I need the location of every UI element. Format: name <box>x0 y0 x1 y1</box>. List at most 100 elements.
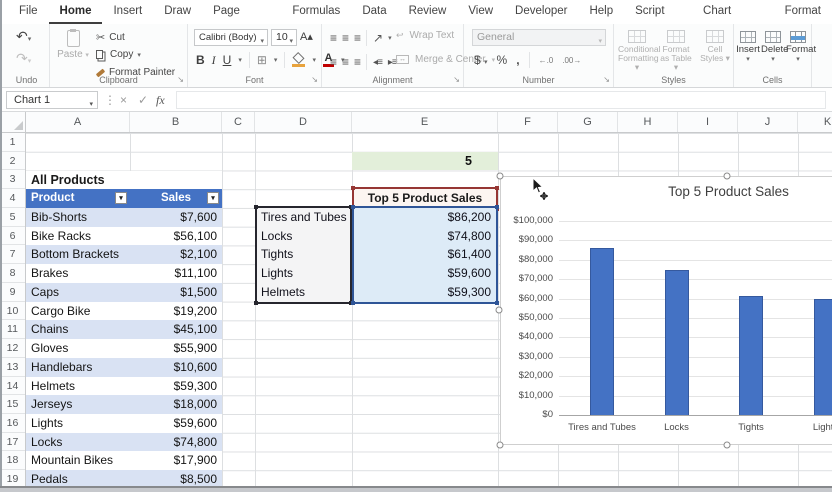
row-header-18[interactable]: 18 <box>0 451 25 470</box>
formula-input[interactable] <box>176 91 826 109</box>
tab-formulas[interactable]: Formulas <box>281 0 351 24</box>
column-header-d[interactable]: D <box>255 112 352 132</box>
chart-handle-top-left[interactable] <box>497 173 504 180</box>
undo-button[interactable]: ↶▾ <box>16 28 31 45</box>
alignment-dialog-launcher[interactable]: ↘ <box>453 75 460 84</box>
column-header-j[interactable]: J <box>738 112 798 132</box>
product-cell[interactable]: Gloves <box>26 339 130 358</box>
product-cell[interactable]: Helmets <box>26 377 130 396</box>
sales-cell[interactable]: $55,900 <box>130 339 222 358</box>
number-format-combo[interactable]: General▾ <box>472 29 606 46</box>
sales-cell[interactable]: $11,100 <box>130 264 222 283</box>
decrease-indent-button[interactable]: ◂≡ <box>373 57 382 68</box>
row-header-7[interactable]: 7 <box>0 245 25 264</box>
name-box[interactable]: Chart 1▾ <box>6 91 98 109</box>
underline-button[interactable]: U <box>223 53 232 67</box>
product-cell[interactable]: Brakes <box>26 264 130 283</box>
sales-column-header[interactable]: Sales ▾ <box>130 189 222 208</box>
chart-handle-left-middle[interactable] <box>496 307 503 314</box>
chart-handle-top-middle[interactable] <box>724 173 731 180</box>
percent-format-button[interactable]: % <box>497 53 508 67</box>
align-middle-button[interactable]: ≡ <box>342 31 348 45</box>
row-header-4[interactable]: 4 <box>0 189 25 208</box>
sales-cell[interactable]: $18,000 <box>130 395 222 414</box>
sales-cell[interactable]: $45,100 <box>130 320 222 339</box>
cells-button-insert[interactable]: Insert▾ <box>736 31 760 63</box>
tab-help[interactable]: Help <box>578 0 624 24</box>
range-corner-handle[interactable] <box>254 205 258 209</box>
tab-page-layout[interactable]: Page Layout <box>202 0 281 24</box>
product-cell[interactable]: Cargo Bike <box>26 302 130 321</box>
top5-product-cell[interactable]: Lights <box>257 264 350 283</box>
range-corner-handle[interactable] <box>254 301 258 305</box>
top5-sales-cell[interactable]: $61,400 <box>354 245 496 264</box>
decrease-decimal-button[interactable]: .00→ <box>562 56 581 65</box>
top5-sales-cell[interactable]: $74,800 <box>354 227 496 246</box>
enter-icon[interactable]: ✓ <box>138 91 148 109</box>
row-header-1[interactable]: 1 <box>0 133 25 152</box>
top5-product-cell[interactable]: Locks <box>257 227 350 246</box>
orientation-button[interactable]: ↗ <box>373 31 382 45</box>
cancel-icon[interactable]: × <box>120 91 127 109</box>
cells-button-format[interactable]: Format▾ <box>786 31 810 63</box>
insert-function-icon[interactable]: fx <box>156 91 165 109</box>
product-cell[interactable]: Chains <box>26 320 130 339</box>
align-top-button[interactable]: ≡ <box>330 31 336 45</box>
copy-button[interactable]: Copy ▾ <box>96 49 141 60</box>
top5-product-cell[interactable]: Tights <box>257 245 350 264</box>
align-bottom-button[interactable]: ≡ <box>354 31 360 45</box>
column-header-e[interactable]: E <box>352 112 498 132</box>
increase-decimal-button[interactable]: ←.0 <box>539 56 554 65</box>
range-corner-handle[interactable] <box>495 301 499 305</box>
chart-handle-bottom-middle[interactable] <box>724 442 731 449</box>
chart-bar[interactable] <box>814 299 832 415</box>
top5-product-cell[interactable]: Helmets <box>257 283 350 302</box>
cell-all-products[interactable]: All Products <box>26 171 222 190</box>
top5-sales-cell[interactable]: $59,600 <box>354 264 496 283</box>
tab-insert[interactable]: Insert <box>102 0 153 24</box>
row-header-12[interactable]: 12 <box>0 339 25 358</box>
product-cell[interactable]: Bottom Brackets <box>26 245 130 264</box>
product-cell[interactable]: Jerseys <box>26 395 130 414</box>
chart-handle-bottom-left[interactable] <box>497 442 504 449</box>
filter-icon[interactable]: ▾ <box>207 192 219 204</box>
borders-button[interactable]: ⊞ <box>257 53 267 67</box>
cell-top-n-count[interactable]: 5 <box>352 152 498 171</box>
grow-font-button[interactable]: A▴ <box>300 30 313 43</box>
cut-button[interactable]: ✂ Cut <box>96 31 125 44</box>
range-corner-handle[interactable] <box>495 205 499 209</box>
chart-bar[interactable] <box>590 248 614 415</box>
product-cell[interactable]: Caps <box>26 283 130 302</box>
name-box-splitter[interactable]: ⋮ <box>104 91 116 109</box>
column-header-g[interactable]: G <box>558 112 618 132</box>
column-header-c[interactable]: C <box>222 112 255 132</box>
tab-developer[interactable]: Developer <box>504 0 578 24</box>
row-header-9[interactable]: 9 <box>0 283 25 302</box>
range-corner-handle[interactable] <box>351 301 355 305</box>
sales-cell[interactable]: $2,100 <box>130 245 222 264</box>
chart-bar[interactable] <box>739 296 763 415</box>
redo-button[interactable]: ↷▾ <box>16 50 31 67</box>
range-corner-handle[interactable] <box>351 186 355 190</box>
range-corner-handle[interactable] <box>495 186 499 190</box>
product-cell[interactable]: Bib-Shorts <box>26 208 130 227</box>
bold-button[interactable]: B <box>196 53 205 67</box>
sales-cell[interactable]: $7,600 <box>130 208 222 227</box>
tab-file[interactable]: File <box>8 0 49 24</box>
sales-cell[interactable]: $56,100 <box>130 227 222 246</box>
italic-button[interactable]: I <box>212 53 216 68</box>
row-header-14[interactable]: 14 <box>0 377 25 396</box>
tab-format[interactable]: Format <box>774 0 832 24</box>
sales-cell[interactable]: $59,600 <box>130 414 222 433</box>
tab-chart-design[interactable]: Chart Design <box>692 0 774 24</box>
tab-draw[interactable]: Draw <box>153 0 202 24</box>
paste-button[interactable]: Paste ▾ <box>56 30 90 60</box>
column-header-b[interactable]: B <box>130 112 222 132</box>
top5-product-cell[interactable]: Tires and Tubes <box>257 208 350 227</box>
range-corner-handle[interactable] <box>351 205 355 209</box>
tab-script-lab[interactable]: Script Lab <box>624 0 692 24</box>
sales-cell[interactable]: $17,900 <box>130 451 222 470</box>
row-header-8[interactable]: 8 <box>0 264 25 283</box>
top5-sales-cell[interactable]: $59,300 <box>354 283 496 302</box>
product-cell[interactable]: Bike Racks <box>26 227 130 246</box>
